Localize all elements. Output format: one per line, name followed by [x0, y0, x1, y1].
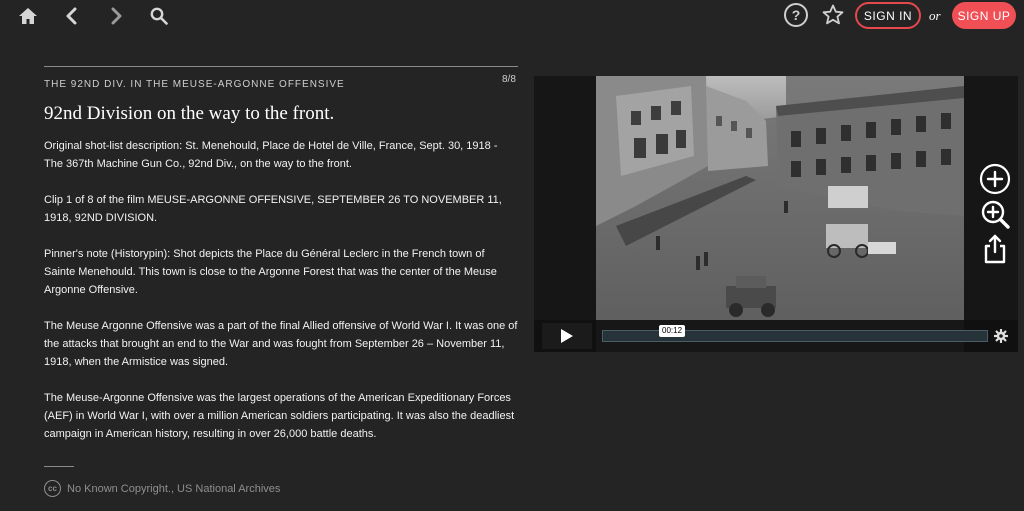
gear-icon[interactable]	[993, 328, 1009, 344]
item-description: Original shot-list description: St. Mene…	[44, 137, 518, 461]
video-still-image	[596, 76, 964, 352]
plus-circle-icon[interactable]	[978, 162, 1012, 196]
description-paragraph: Clip 1 of 8 of the film MEUSE-ARGONNE OF…	[44, 194, 502, 224]
license-text: No Known Copyright., US National Archive…	[67, 482, 281, 495]
video-player[interactable]: 00:12	[534, 76, 1018, 352]
creative-commons-icon: cc	[44, 480, 61, 497]
series-title[interactable]: THE 92ND DIV. IN THE MEUSE-ARGONNE OFFEN…	[44, 79, 345, 90]
share-icon[interactable]	[978, 232, 1012, 266]
video-progress-bar[interactable]: 00:12	[602, 325, 988, 342]
home-icon[interactable]	[16, 4, 40, 28]
or-separator: or	[929, 8, 941, 23]
item-counter: 8/8	[502, 74, 516, 85]
description-paragraph: Original shot-list description: St. Mene…	[44, 140, 498, 170]
star-icon[interactable]	[821, 3, 845, 27]
sign-up-button[interactable]: SIGN UP	[952, 2, 1016, 29]
help-button[interactable]: ?	[784, 3, 808, 27]
description-paragraph: The Meuse-Argonne Offensive was the larg…	[44, 392, 515, 440]
play-icon[interactable]	[542, 323, 592, 349]
video-controls: 00:12	[534, 320, 1018, 352]
description-paragraph: Pinner's note (Historypin): Shot depicts…	[44, 248, 497, 296]
current-time: 00:12	[659, 325, 686, 337]
sign-in-button[interactable]: SIGN IN	[855, 2, 921, 29]
description-paragraph: The Meuse Argonne Offensive was a part o…	[44, 320, 518, 368]
divider	[44, 66, 518, 67]
divider	[44, 466, 74, 467]
chevron-left-icon[interactable]	[59, 4, 83, 28]
video-frame[interactable]	[596, 76, 964, 352]
chevron-right-icon[interactable]	[105, 4, 129, 28]
license-info: cc No Known Copyright., US National Arch…	[44, 480, 280, 497]
page-title: 92nd Division on the way to the front.	[44, 103, 335, 124]
search-icon[interactable]	[147, 4, 171, 28]
top-navigation-bar: ? SIGN IN or SIGN UP	[0, 0, 1024, 32]
zoom-in-icon[interactable]	[978, 198, 1012, 232]
